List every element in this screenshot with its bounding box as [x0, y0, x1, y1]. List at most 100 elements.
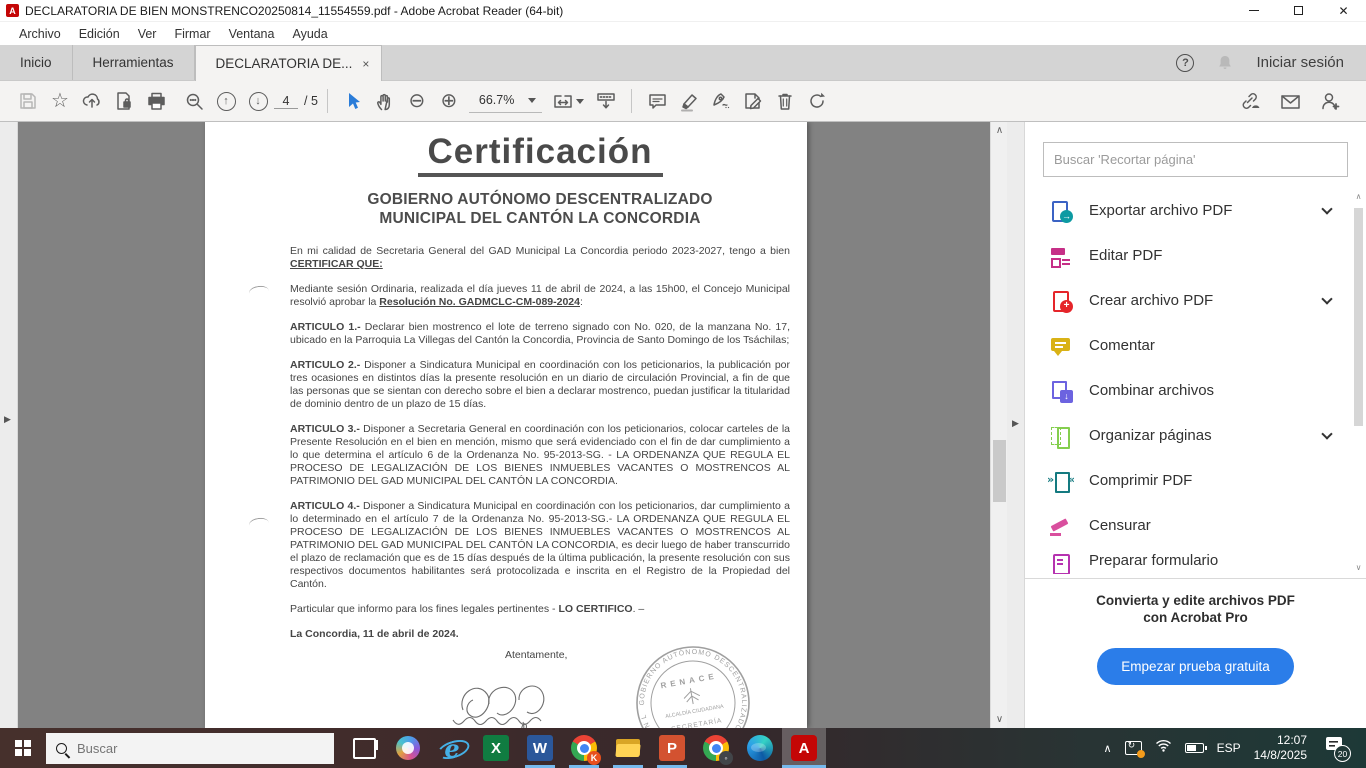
document-paragraphs: En mi calidad de Secretaria General del … [290, 245, 790, 641]
select-tool-button[interactable] [337, 86, 369, 116]
tool-create-pdf[interactable]: Crear archivo PDF [1043, 278, 1343, 323]
menu-ver[interactable]: Ver [129, 24, 166, 44]
taskbar-search[interactable] [46, 733, 334, 764]
edit-pdf-icon [1049, 244, 1073, 268]
scroll-down-icon[interactable]: ∨ [1353, 563, 1364, 572]
tools-panel-strip: ▶ [1007, 122, 1025, 728]
maximize-button[interactable] [1276, 0, 1321, 21]
tab-declaratoria-de[interactable]: DECLARATORIA DE...× [195, 45, 383, 81]
document-scrollbar[interactable]: ∧ ∨ [990, 122, 1007, 728]
tool-organize-pages[interactable]: Organizar páginas [1043, 413, 1343, 458]
tab-close-icon[interactable]: × [362, 57, 369, 71]
menu-archivo[interactable]: Archivo [10, 24, 70, 44]
previous-page-button[interactable]: ↑ [210, 86, 242, 116]
tool-compress-pdf[interactable]: Comprimir PDF [1043, 458, 1343, 503]
menu-firmar[interactable]: Firmar [165, 24, 219, 44]
close-button[interactable]: ✕ [1321, 0, 1366, 21]
help-icon[interactable]: ? [1176, 54, 1194, 72]
tab-inicio[interactable]: Inicio [0, 45, 73, 80]
scrollbar-thumb[interactable] [993, 440, 1006, 502]
title-bar: A DECLARATORIA DE BIEN MONSTRENCO2025081… [0, 0, 1366, 22]
comment-icon [1049, 334, 1073, 358]
save-button[interactable] [12, 86, 44, 116]
page-count-label: / 5 [304, 94, 318, 108]
taskbar-task-view-icon[interactable] [342, 728, 386, 768]
taskbar-word-icon[interactable]: W [518, 728, 562, 768]
notifications-bell-icon[interactable] [1216, 54, 1234, 72]
menu-bar: ArchivoEdiciónVerFirmarVentanaAyuda [0, 22, 1366, 45]
start-button[interactable] [0, 728, 46, 768]
sidebar-divider [1025, 578, 1366, 579]
rotate-pages-button[interactable] [801, 86, 833, 116]
taskbar-copilot-icon[interactable] [386, 728, 430, 768]
collapse-tools-panel-icon[interactable]: ▶ [1012, 418, 1019, 429]
battery-icon[interactable] [1185, 743, 1204, 753]
menu-edicion[interactable]: Edición [70, 24, 129, 44]
menu-ayuda[interactable]: Ayuda [283, 24, 336, 44]
scroll-down-icon[interactable]: ∨ [991, 714, 1008, 725]
clock-date: 14/8/2025 [1254, 748, 1307, 763]
share-cloud-button[interactable] [76, 86, 108, 116]
document-viewport: Certificación GOBIERNO AUTÓNOMO DESCENTR… [18, 122, 990, 728]
fit-width-dropdown[interactable] [546, 86, 590, 116]
page-number-input[interactable] [274, 94, 298, 109]
taskbar-file-explorer-icon[interactable] [606, 728, 650, 768]
wifi-icon[interactable] [1155, 739, 1172, 757]
tool-combine-files[interactable]: Combinar archivos [1043, 368, 1343, 413]
compress-pdf-icon [1049, 469, 1073, 493]
scrolling-mode-button[interactable] [590, 86, 622, 116]
tools-list: Exportar archivo PDFEditar PDFCrear arch… [1043, 188, 1343, 574]
zoom-in-button[interactable]: ⊕ [433, 86, 465, 116]
scrollbar-thumb[interactable] [1354, 208, 1363, 426]
hand-tool-button[interactable] [369, 86, 401, 116]
tool-comment[interactable]: Comentar [1043, 323, 1343, 368]
sidebar-scrollbar[interactable]: ∧ ∨ [1353, 192, 1364, 572]
menu-ventana[interactable]: Ventana [220, 24, 284, 44]
signature-request-button[interactable] [1314, 86, 1346, 116]
taskbar-edge-icon[interactable] [738, 728, 782, 768]
edit-page-button[interactable] [737, 86, 769, 116]
taskbar-chrome-profile-icon[interactable]: ◦ [694, 728, 738, 768]
language-indicator[interactable]: ESP [1217, 741, 1241, 755]
search-tool-button[interactable] [178, 86, 210, 116]
windows-taskbar: eXWK P◦ A ∧ ESP 12:07 14/8/2025 20 [0, 728, 1366, 768]
tray-chevron-up-icon[interactable]: ∧ [1104, 742, 1112, 755]
combine-files-icon [1049, 379, 1073, 403]
tab-herramientas[interactable]: Herramientas [73, 45, 195, 80]
scroll-up-icon[interactable]: ∧ [991, 125, 1008, 136]
tray-app-icon[interactable] [1125, 741, 1142, 755]
clock[interactable]: 12:07 14/8/2025 [1254, 733, 1307, 763]
taskbar-acrobat-icon[interactable]: A [782, 728, 826, 768]
action-center-button[interactable]: 20 [1326, 737, 1348, 759]
share-link-button[interactable] [1234, 86, 1266, 116]
next-page-button[interactable]: ↓ [242, 86, 274, 116]
export-page-button[interactable] [108, 86, 140, 116]
email-button[interactable] [1274, 86, 1306, 116]
tools-sidebar: Exportar archivo PDFEditar PDFCrear arch… [1025, 122, 1366, 728]
comment-tool-button[interactable] [641, 86, 673, 116]
tool-export-pdf[interactable]: Exportar archivo PDF [1043, 188, 1343, 233]
expand-left-panel-icon[interactable]: ▶ [4, 414, 11, 425]
sign-in-button[interactable]: Iniciar sesión [1256, 54, 1344, 71]
taskbar-internet-explorer-icon[interactable]: e [430, 728, 474, 768]
highlight-tool-button[interactable] [673, 86, 705, 116]
zoom-level-dropdown[interactable]: 66.7% [469, 89, 542, 113]
taskbar-powerpoint-icon[interactable]: P [650, 728, 694, 768]
print-button[interactable] [140, 86, 172, 116]
zoom-out-button[interactable]: ⊖ [401, 86, 433, 116]
minimize-button[interactable] [1231, 0, 1276, 21]
scroll-up-icon[interactable]: ∧ [1353, 192, 1364, 201]
chevron-down-icon [528, 98, 536, 107]
taskbar-excel-icon[interactable]: X [474, 728, 518, 768]
tool-edit-pdf[interactable]: Editar PDF [1043, 233, 1343, 278]
bookmark-star-button[interactable]: ☆ [44, 86, 76, 116]
redact-icon [1049, 514, 1073, 538]
taskbar-search-input[interactable] [77, 741, 277, 756]
fill-sign-button[interactable] [705, 86, 737, 116]
tool-redact[interactable]: Censurar [1043, 503, 1343, 548]
delete-pages-button[interactable] [769, 86, 801, 116]
tools-search-input[interactable] [1043, 142, 1348, 177]
start-free-trial-button[interactable]: Empezar prueba gratuita [1097, 648, 1294, 685]
taskbar-chrome-icon[interactable]: K [562, 728, 606, 768]
tool-prepare-form[interactable]: Preparar formulario [1043, 548, 1343, 574]
